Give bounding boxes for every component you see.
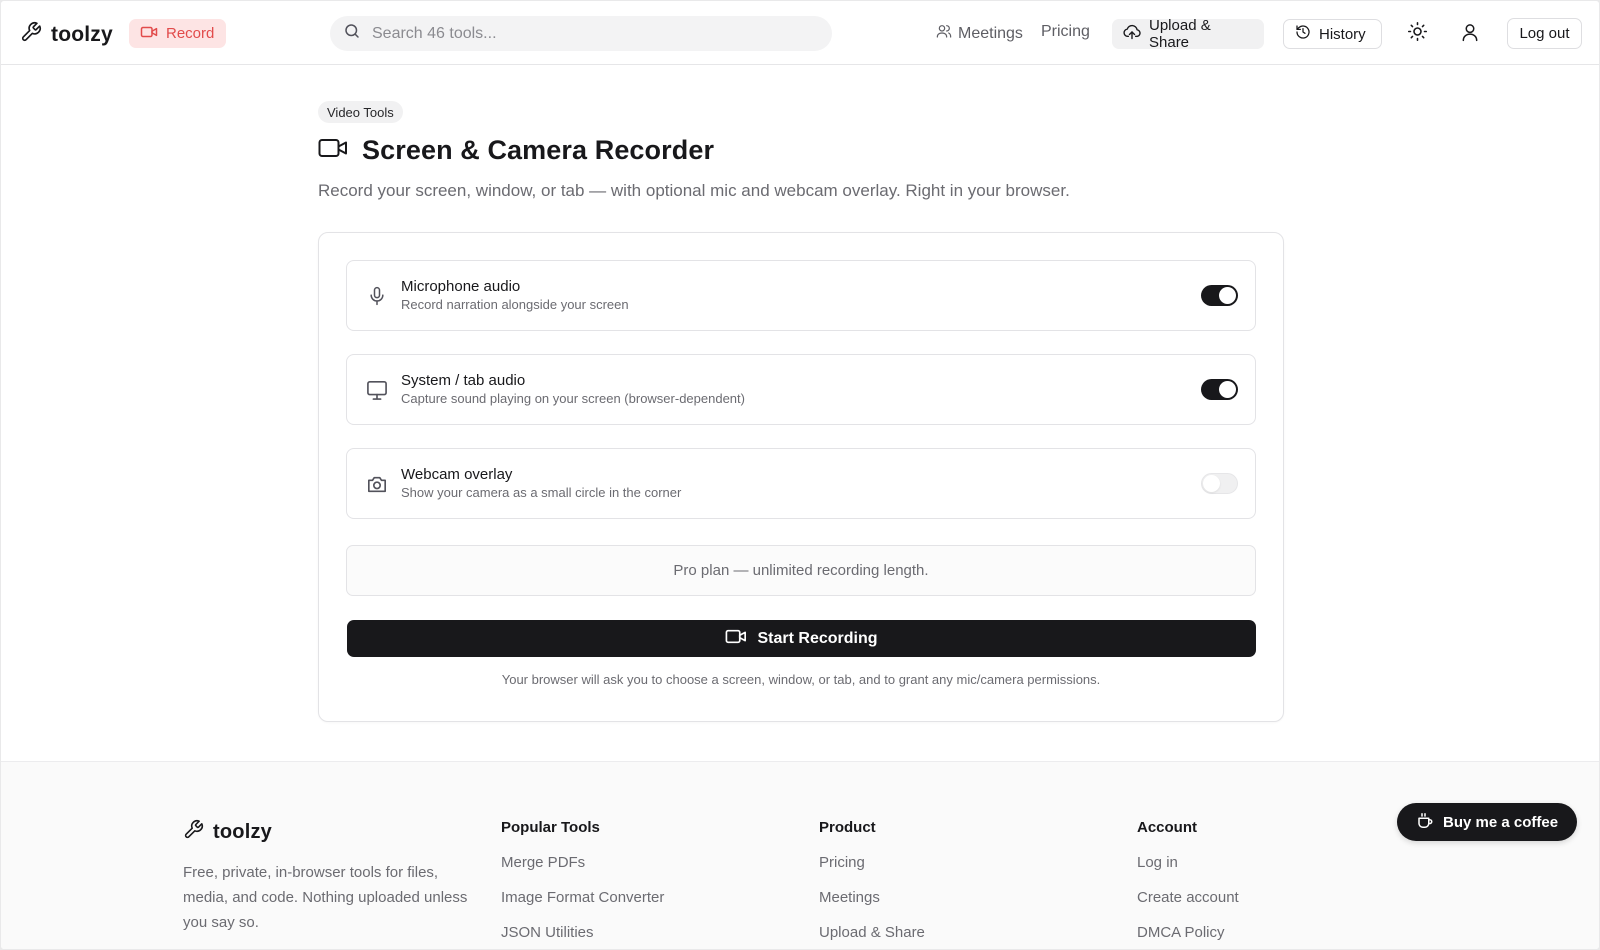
nav-pricing[interactable]: Pricing — [1041, 23, 1090, 41]
footer-link[interactable]: Log in — [1137, 854, 1239, 889]
footer-link[interactable]: Merge PDFs — [501, 854, 664, 889]
logo-text: toolzy — [51, 22, 113, 46]
footer-column-product: Product Pricing Meetings Upload & Share — [819, 819, 925, 949]
webcam-toggle[interactable] — [1201, 473, 1238, 494]
wrench-icon — [20, 21, 42, 48]
coffee-cup-icon — [1416, 812, 1434, 833]
microphone-icon — [364, 283, 390, 309]
footer-column-heading: Popular Tools — [501, 819, 600, 836]
start-recording-button[interactable]: Start Recording — [347, 620, 1256, 657]
category-badge: Video Tools — [318, 101, 403, 123]
footer-link[interactable]: Upload & Share — [819, 924, 925, 949]
logo[interactable]: toolzy — [20, 21, 113, 48]
search-box[interactable] — [330, 16, 832, 51]
theme-toggle-button[interactable] — [1403, 20, 1431, 48]
footer-logo-text: toolzy — [213, 820, 272, 843]
toggle-knob — [1219, 287, 1236, 304]
record-button[interactable]: Record — [129, 19, 226, 48]
footer: toolzy Free, private, in-browser tools f… — [1, 761, 1599, 949]
footer-link[interactable]: Image Format Converter — [501, 889, 664, 924]
footer-link[interactable]: JSON Utilities — [501, 924, 664, 949]
coffee-label: Buy me a coffee — [1443, 813, 1559, 831]
history-button[interactable]: History — [1283, 19, 1382, 49]
footer-column-popular-tools: Popular Tools Merge PDFs Image Format Co… — [501, 819, 664, 949]
search-input[interactable] — [372, 24, 792, 43]
footer-logo[interactable]: toolzy — [183, 819, 272, 845]
wrench-icon — [183, 819, 204, 845]
title-row: Screen & Camera Recorder — [318, 135, 714, 166]
toggle-knob — [1203, 475, 1220, 492]
nav-meetings[interactable]: Meetings — [936, 23, 1023, 44]
footer-link[interactable]: Meetings — [819, 889, 925, 924]
video-icon — [140, 25, 158, 43]
start-recording-label: Start Recording — [757, 629, 878, 647]
option-system-audio[interactable]: System / tab audio Capture sound playing… — [346, 354, 1256, 425]
option-description: Record narration alongside your screen — [401, 297, 629, 312]
pricing-label: Pricing — [1041, 23, 1090, 40]
profile-button[interactable] — [1456, 20, 1484, 48]
recorder-card: Microphone audio Record narration alongs… — [318, 232, 1284, 722]
camera-icon — [364, 471, 390, 497]
option-description: Show your camera as a small circle in th… — [401, 485, 682, 500]
footer-column-heading: Account — [1137, 819, 1197, 836]
history-icon — [1295, 24, 1311, 44]
plan-note: Pro plan — unlimited recording length. — [346, 545, 1256, 596]
meetings-label: Meetings — [958, 24, 1023, 42]
option-title: System / tab audio — [401, 372, 526, 389]
video-icon — [725, 629, 747, 649]
video-camera-icon — [318, 137, 348, 164]
main-content: Video Tools Screen & Camera Recorder Rec… — [1, 65, 1599, 761]
footer-tagline: Free, private, in-browser tools for file… — [183, 864, 468, 931]
footer-link[interactable]: Pricing — [819, 854, 925, 889]
system-audio-toggle[interactable] — [1201, 379, 1238, 400]
record-label: Record — [166, 25, 215, 42]
option-description: Capture sound playing on your screen (br… — [401, 391, 745, 406]
option-microphone[interactable]: Microphone audio Record narration alongs… — [346, 260, 1256, 331]
option-title: Webcam overlay — [401, 466, 513, 483]
history-label: History — [1319, 25, 1366, 43]
monitor-icon — [364, 377, 390, 403]
option-webcam[interactable]: Webcam overlay Show your camera as a sma… — [346, 448, 1256, 519]
footer-link[interactable]: DMCA Policy — [1137, 924, 1239, 949]
toggle-knob — [1219, 381, 1236, 398]
users-icon — [936, 23, 952, 44]
cloud-upload-icon — [1123, 24, 1141, 44]
logout-button[interactable]: Log out — [1507, 18, 1582, 49]
buy-me-a-coffee-button[interactable]: Buy me a coffee — [1397, 803, 1577, 841]
page-title: Screen & Camera Recorder — [362, 135, 715, 165]
sun-icon — [1407, 21, 1428, 47]
search-icon — [343, 22, 361, 45]
top-header: toolzy Record Meetings Pricing — [1, 1, 1599, 65]
page-subtitle: Record your screen, window, or tab — wit… — [318, 181, 1070, 200]
footer-column-heading: Product — [819, 819, 876, 836]
app-window: toolzy Record Meetings Pricing — [1, 1, 1599, 949]
user-icon — [1460, 22, 1480, 47]
upload-share-button[interactable]: Upload & Share — [1112, 17, 1264, 51]
permission-hint: Your browser will ask you to choose a sc… — [501, 672, 1101, 687]
footer-column-account: Account Log in Create account DMCA Polic… — [1137, 819, 1239, 949]
microphone-toggle[interactable] — [1201, 285, 1238, 306]
option-title: Microphone audio — [401, 278, 521, 295]
footer-link[interactable]: Create account — [1137, 889, 1239, 924]
upload-share-label: Upload & Share — [1149, 17, 1211, 51]
